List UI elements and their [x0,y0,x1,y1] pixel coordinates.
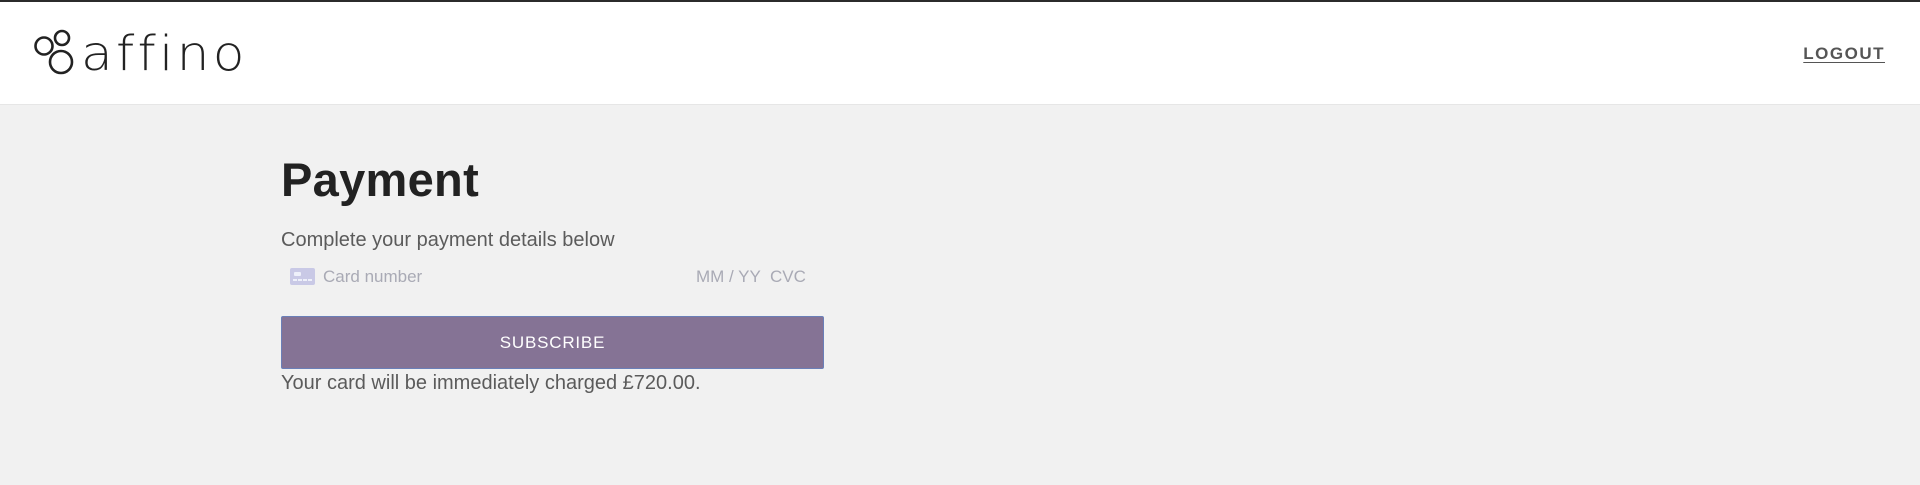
credit-card-icon [290,268,315,285]
logout-link[interactable]: LOGOUT [1803,44,1885,64]
charge-notice: Your card will be immediately charged £7… [281,372,701,394]
card-number-input[interactable] [323,265,623,289]
affino-logo-icon [34,29,74,75]
site-header: affino LOGOUT [0,2,1920,105]
card-expiry-input[interactable] [696,265,770,289]
card-cvc-input[interactable] [770,265,820,289]
subscribe-button[interactable]: SUBSCRIBE [281,316,824,369]
brand-name: affino [81,26,248,82]
card-element[interactable] [281,262,829,292]
payment-subtitle: Complete your payment details below [281,229,615,251]
page-title: Payment [281,153,480,206]
affino-logo[interactable]: affino [34,29,244,79]
